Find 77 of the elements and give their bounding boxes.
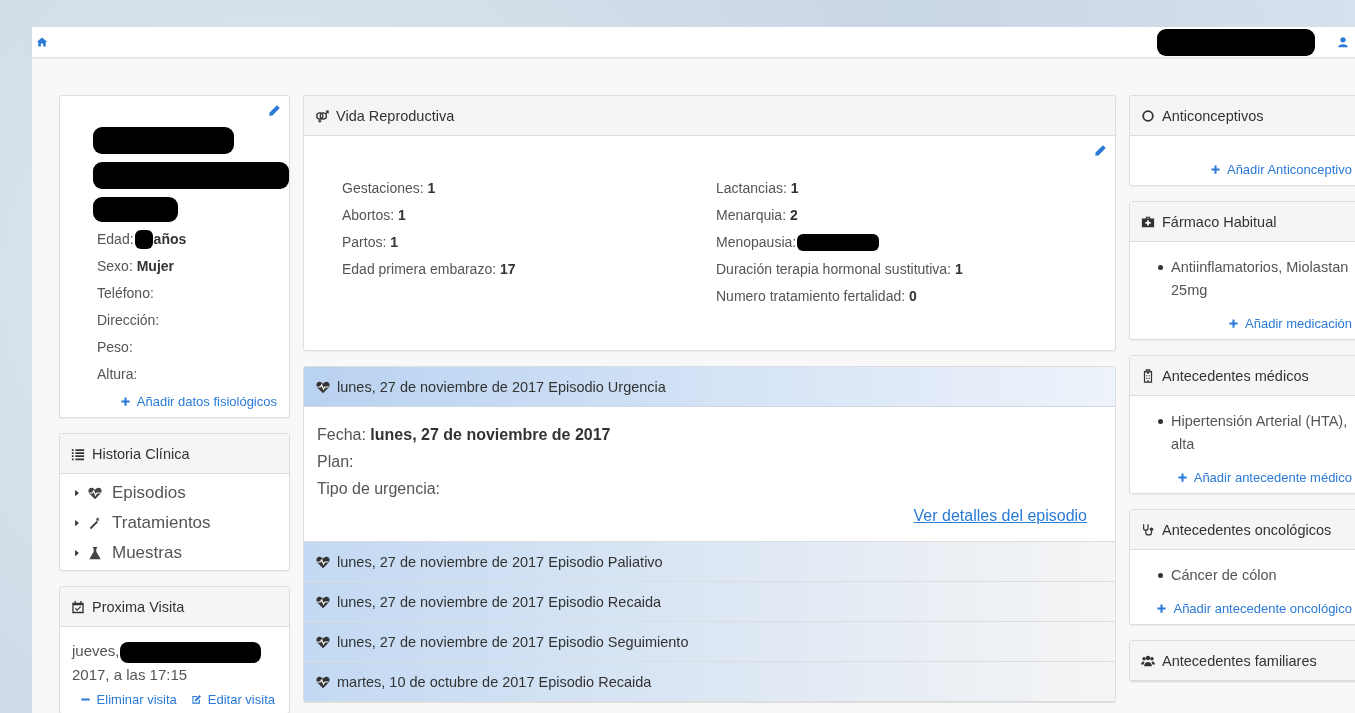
panel-title: Proxima Visita: [92, 598, 185, 615]
reproductive-field: Lactancias: 1: [716, 175, 799, 202]
remove-visit-link[interactable]: Eliminar visita: [79, 691, 177, 707]
reproductive-field: Duración terapia hormonal sustitutiva: 1: [716, 256, 963, 283]
episode-details-link[interactable]: Ver detalles del episodio: [913, 507, 1087, 525]
patient-field: Teléfono:: [97, 280, 154, 307]
panel-title: Antecedentes médicos: [1162, 367, 1309, 384]
bullet-dot: [1158, 419, 1163, 424]
reproductive-field: Menopausia:: [716, 229, 797, 256]
episode-header[interactable]: lunes, 27 de noviembre de 2017 Episodio Seguimiento: [304, 622, 1115, 662]
patient-field: Dirección:: [97, 307, 160, 334]
heartbeat-icon: [88, 486, 102, 500]
visit-date: 2017, a las 17:15: [72, 665, 188, 683]
reproductive-field: Menarquia: 2: [716, 202, 798, 229]
heartbeat-icon: [316, 379, 330, 394]
panel-title: Anticonceptivos: [1162, 107, 1264, 124]
plus-icon: [1209, 164, 1221, 175]
tree-item[interactable]: Tratamientos: [72, 508, 289, 538]
home-icon: [36, 36, 48, 48]
stethoscope-icon: [1141, 522, 1155, 537]
reproductive-field: Numero tratamiento fertalidad: 0: [716, 283, 917, 310]
list-item-text: Hipertensión Arterial (HTA), alta: [1171, 412, 1349, 454]
plus-icon: [119, 396, 131, 407]
plus-icon: [1156, 603, 1168, 614]
list-icon: [71, 446, 85, 461]
tree-item[interactable]: Episodios: [72, 478, 289, 508]
pencil-icon: [1094, 144, 1107, 157]
episode-detail: Fecha: lunes, 27 de noviembre de 2017: [317, 425, 611, 445]
magic-wand-icon: [88, 516, 102, 530]
heartbeat-icon: [316, 554, 330, 569]
list-item-text: Cáncer de cólon: [1171, 566, 1277, 585]
list-item-text: Antiinflamatorios, Miolastan 25mg: [1171, 258, 1350, 300]
episode-detail: Plan:: [317, 452, 354, 472]
ring-icon: [1141, 108, 1155, 123]
add-link[interactable]: Añadir antecedente oncológico: [1156, 601, 1352, 616]
patient-field: años: [153, 226, 187, 253]
edit-visit-link[interactable]: Editar visita: [190, 691, 275, 707]
visit-date: jueves,: [72, 642, 120, 659]
episode-header[interactable]: lunes, 27 de noviembre de 2017 Episodio Paliativo: [304, 542, 1115, 582]
medkit-icon: [1141, 214, 1155, 229]
add-link[interactable]: Añadir medicación: [1228, 316, 1352, 331]
panel-title: Vida Reproductiva: [336, 107, 455, 124]
user-icon: [1337, 36, 1349, 48]
episode-detail: Tipo de urgencia:: [317, 479, 441, 499]
reproductive-field: Partos: 1: [342, 229, 399, 256]
pencil-icon: [268, 104, 281, 117]
patient-field: Edad:: [97, 226, 134, 253]
reproductive-field: Gestaciones: 1: [342, 175, 436, 202]
heartbeat-icon: [316, 634, 330, 649]
patient-field: Sexo: Mujer: [97, 253, 175, 280]
gender-icon: [315, 108, 329, 123]
reproductive-field: Edad primera embarazo: 17: [342, 256, 516, 283]
add-link[interactable]: Añadir Anticonceptivo: [1209, 162, 1352, 177]
tree-item[interactable]: Muestras: [72, 538, 289, 568]
plus-icon: [1228, 318, 1240, 329]
hospital-icon: [1141, 368, 1155, 383]
episode-header[interactable]: lunes, 27 de noviembre de 2017 Episodio Urgencia: [304, 367, 1115, 407]
panel-title: Antecedentes familiares: [1162, 652, 1317, 669]
episode-header[interactable]: lunes, 27 de noviembre de 2017 Episodio Recaida: [304, 582, 1115, 622]
patient-field: Peso:: [97, 334, 133, 361]
add-link[interactable]: Añadir antecedente médico: [1176, 470, 1352, 485]
calendar-icon: [71, 599, 85, 614]
panel-title: Antecedentes oncológicos: [1162, 521, 1332, 538]
episode-header[interactable]: martes, 10 de octubre de 2017 Episodio Recaida: [304, 662, 1115, 702]
users-icon: [1141, 653, 1155, 668]
edit-icon: [190, 693, 202, 705]
patient-field: Altura:: [97, 361, 138, 388]
panel-title: Fármaco Habitual: [1162, 213, 1277, 230]
panel-title: Historia Clínica: [92, 445, 190, 462]
heartbeat-icon: [316, 594, 330, 609]
bullet-dot: [1158, 265, 1163, 270]
reproductive-field: Abortos: 1: [342, 202, 406, 229]
add-link[interactable]: Añadir datos fisiológicos: [119, 394, 277, 409]
heartbeat-icon: [316, 674, 330, 689]
flask-icon: [88, 546, 102, 560]
plus-icon: [1176, 472, 1188, 483]
bullet-dot: [1158, 573, 1163, 578]
